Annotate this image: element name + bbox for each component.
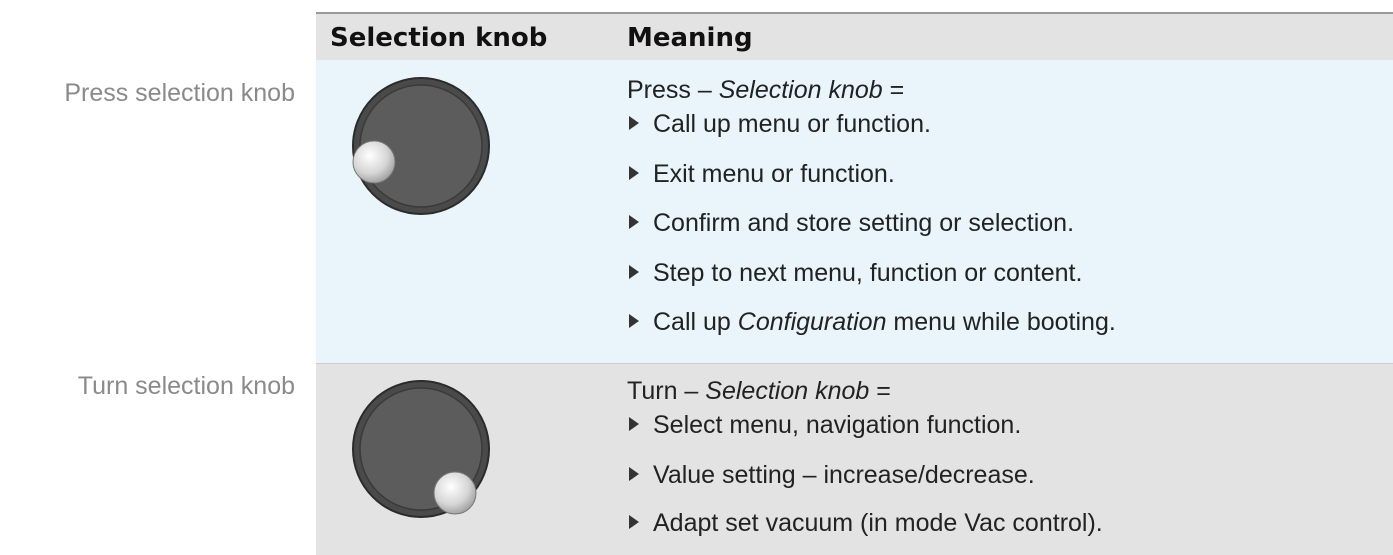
header-selection-knob: Selection knob [330, 23, 548, 53]
list-item: Exit menu or function. [627, 160, 895, 189]
triangle-bullet-icon [629, 166, 639, 180]
table-row-press: Press – Selection knob = Call up menu or… [316, 60, 1393, 363]
list-item: Select menu, navigation function. [627, 411, 1021, 440]
triangle-bullet-icon [629, 265, 639, 279]
list-item: Call up menu or function. [627, 110, 931, 139]
list-item: Value setting – increase/decrease. [627, 461, 1035, 490]
triangle-bullet-icon [629, 314, 639, 328]
table-header: Selection knob Meaning [316, 14, 1393, 60]
label-turn-selection-knob: Turn selection knob [77, 372, 295, 400]
triangle-bullet-icon [629, 116, 639, 130]
list-item: Call up Configuration menu while booting… [627, 308, 1116, 337]
list-item: Adapt set vacuum (in mode Vac control). [627, 509, 1103, 538]
triangle-bullet-icon [629, 515, 639, 529]
press-title: Press – Selection knob = [627, 76, 905, 104]
row-divider [316, 363, 1393, 364]
list-item: Step to next menu, function or content. [627, 259, 1082, 288]
list-item: Confirm and store setting or selection. [627, 209, 1074, 238]
turn-title: Turn – Selection knob = [627, 377, 891, 405]
triangle-bullet-icon [629, 215, 639, 229]
table-row-turn: Turn – Selection knob = Select menu, nav… [316, 363, 1393, 555]
triangle-bullet-icon [629, 417, 639, 431]
knob-press-icon [352, 77, 490, 215]
label-press-selection-knob: Press selection knob [64, 79, 295, 107]
knob-turn-icon [352, 380, 490, 518]
triangle-bullet-icon [629, 467, 639, 481]
header-meaning: Meaning [627, 23, 753, 53]
